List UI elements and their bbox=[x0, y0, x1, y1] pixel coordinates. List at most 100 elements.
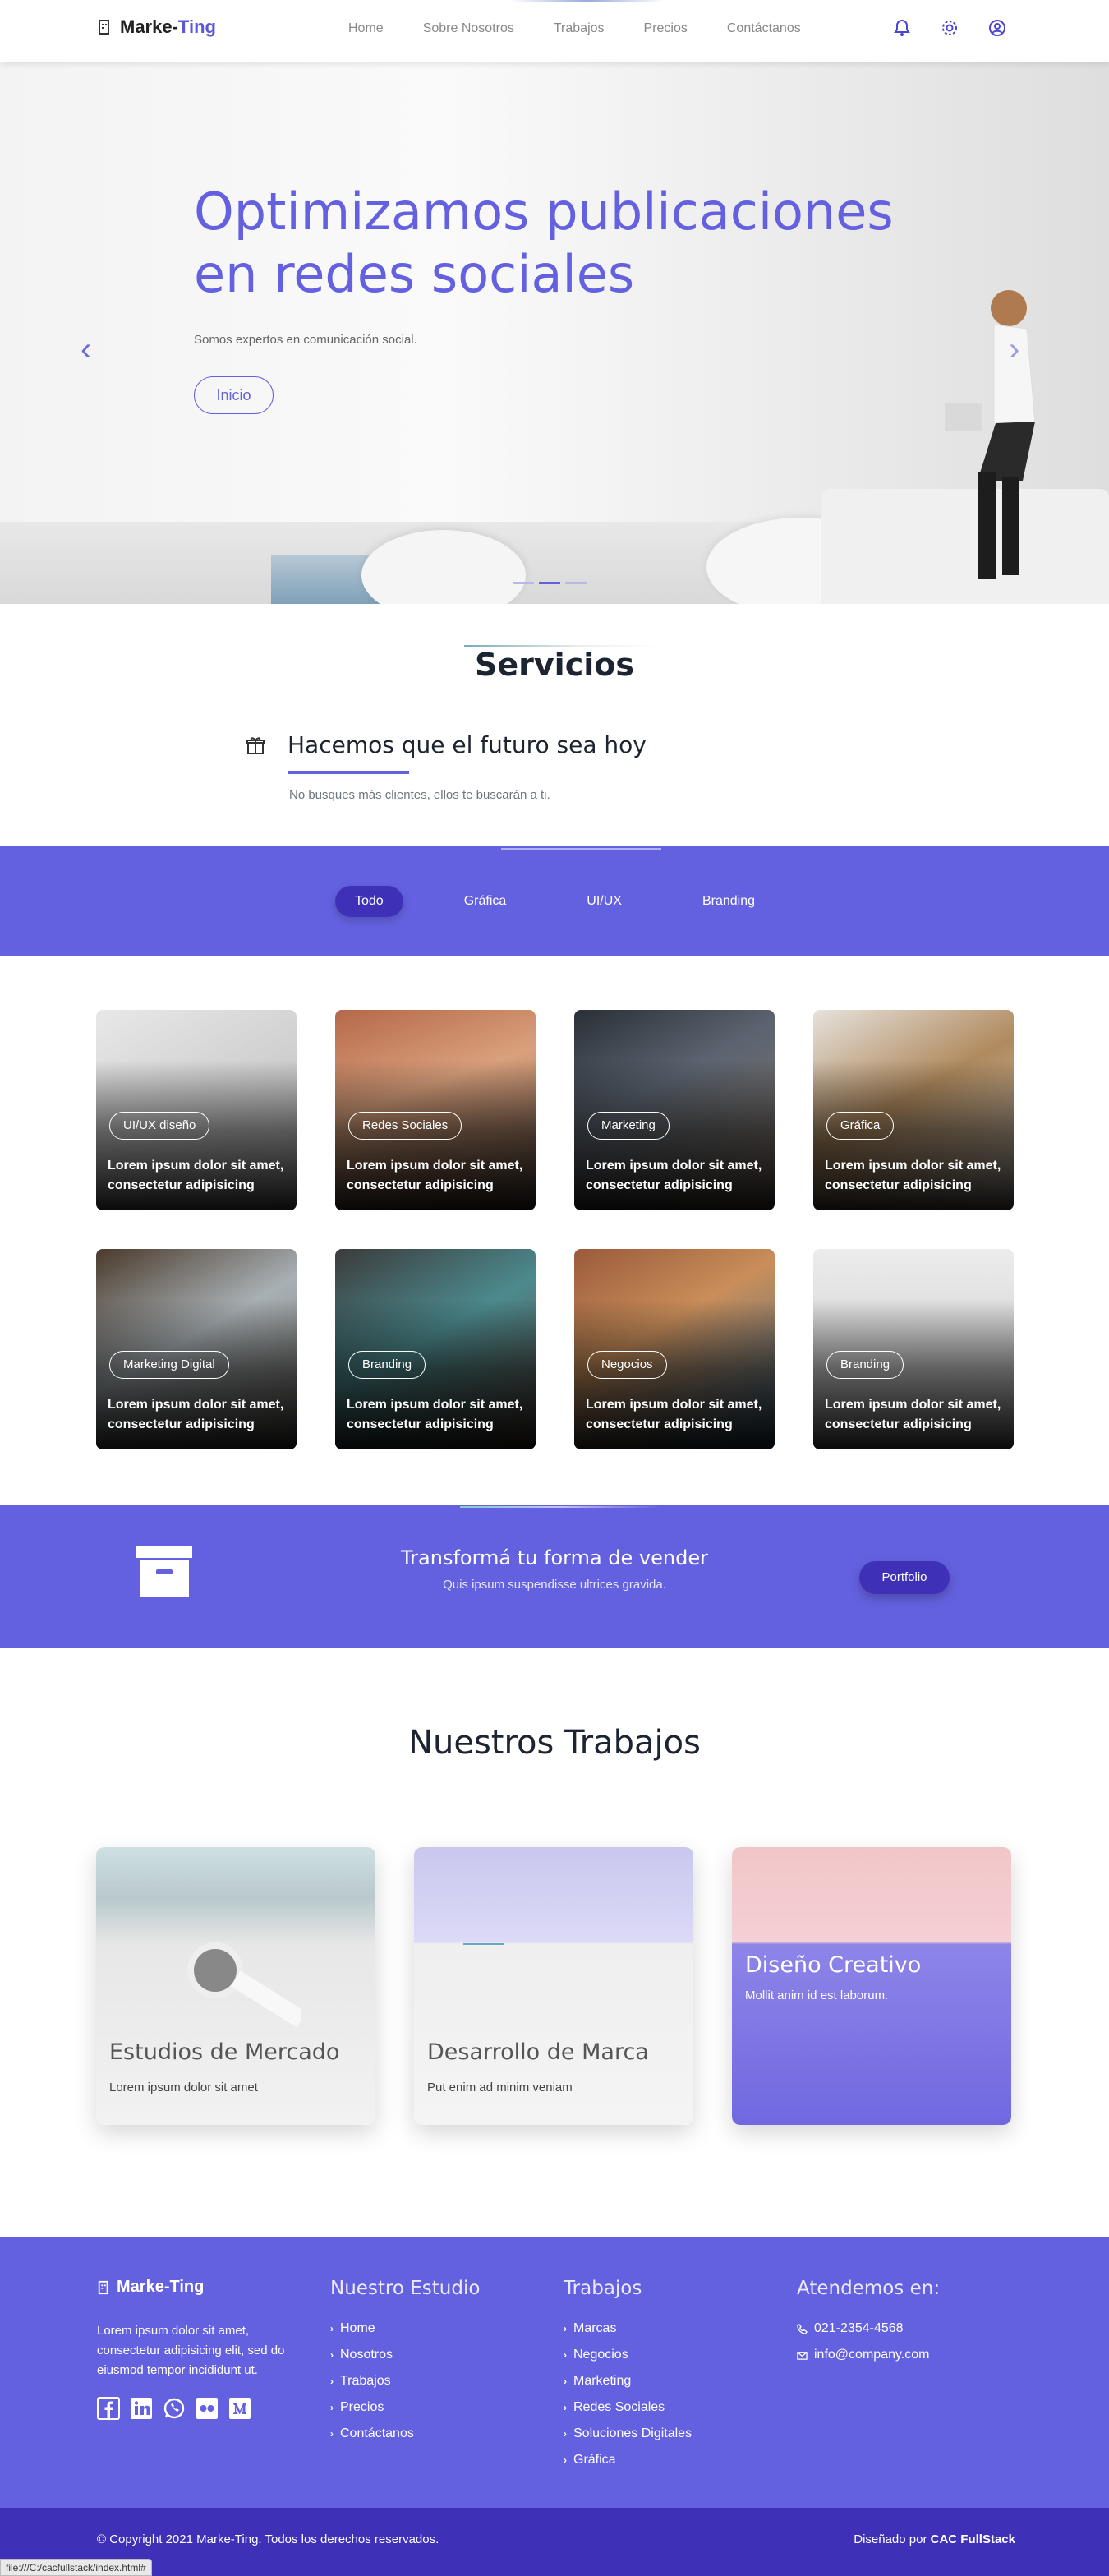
footer-brand-name: Marke-Ting bbox=[117, 2278, 205, 2296]
footer-link-contactanos[interactable]: › Contáctanos bbox=[330, 2421, 480, 2447]
footer-link-label: Redes Sociales bbox=[573, 2400, 665, 2414]
portfolio-card[interactable]: Negocios Lorem ipsum dolor sit amet, con… bbox=[574, 1249, 775, 1449]
footer-link-label: Trabajos bbox=[340, 2374, 391, 2388]
social-links bbox=[97, 2397, 311, 2420]
medium-icon[interactable] bbox=[228, 2397, 251, 2420]
filter-tab-grafica[interactable]: Gráfica bbox=[444, 886, 527, 917]
nav-contactanos[interactable]: Contáctanos bbox=[707, 0, 821, 58]
footer-estudio-links: › Home › Nosotros › Trabajos › Precios › Cont… bbox=[330, 2316, 480, 2447]
nav-home[interactable]: Home bbox=[329, 0, 403, 58]
servicios-heading-underline bbox=[288, 771, 409, 774]
cta-banner: Transformá tu forma de vender Quis ipsum… bbox=[0, 1505, 1109, 1648]
carousel-next-icon[interactable]: › bbox=[1009, 333, 1028, 366]
facebook-icon[interactable] bbox=[97, 2397, 120, 2420]
card-tag[interactable]: Branding bbox=[348, 1351, 426, 1379]
work-card-subtitle: Lorem ipsum dolor sit amet bbox=[109, 2081, 258, 2094]
portfolio-card[interactable]: Marketing Digital Lorem ipsum dolor sit … bbox=[96, 1249, 297, 1449]
chevron-right-icon: › bbox=[330, 2349, 334, 2361]
card-tag[interactable]: Redes Sociales bbox=[348, 1112, 462, 1140]
carousel-indicator-1[interactable] bbox=[513, 582, 534, 584]
portfolio-card[interactable]: Branding Lorem ipsum dolor sit amet, con… bbox=[335, 1249, 536, 1449]
footer-link-nosotros[interactable]: › Nosotros bbox=[330, 2342, 480, 2368]
footer-trabajos-title: Trabajos bbox=[564, 2278, 642, 2299]
card-text: Lorem ipsum dolor sit amet, consectetur … bbox=[586, 1398, 762, 1431]
footer-link-label: Contáctanos bbox=[340, 2426, 414, 2440]
brand-logo[interactable]: Marke- Ting bbox=[97, 16, 216, 38]
card-tag[interactable]: Branding bbox=[826, 1351, 904, 1379]
main-nav: Home Sobre Nosotros Trabajos Precios Con… bbox=[329, 0, 821, 58]
footer-email[interactable]: info@company.com bbox=[797, 2342, 940, 2368]
work-card[interactable]: Diseño Creativo Mollit anim id est labor… bbox=[732, 1847, 1011, 2125]
servicios-title: Servicios bbox=[475, 647, 634, 683]
card-tag[interactable]: Marketing Digital bbox=[109, 1351, 229, 1379]
filter-tab-branding[interactable]: Branding bbox=[683, 886, 775, 917]
page: Marke- Ting Home Sobre Nosotros Trabajos … bbox=[0, 0, 1109, 2576]
portfolio-card[interactable]: Branding Lorem ipsum dolor sit amet, con… bbox=[813, 1249, 1014, 1449]
filter-tab-todo[interactable]: Todo bbox=[335, 886, 403, 917]
portfolio-card[interactable]: UI/UX diseño Lorem ipsum dolor sit amet,… bbox=[96, 1010, 297, 1210]
footer-phone[interactable]: 021-2354-4568 bbox=[797, 2316, 940, 2342]
building-icon bbox=[99, 20, 109, 35]
linkedin-icon[interactable] bbox=[130, 2397, 153, 2420]
user-circle-icon[interactable] bbox=[987, 18, 1007, 38]
card-tag[interactable]: Marketing bbox=[587, 1112, 670, 1140]
footer-brand[interactable]: Marke-Ting bbox=[97, 2278, 311, 2297]
chevron-right-icon: › bbox=[330, 2402, 334, 2413]
card-tag[interactable]: Negocios bbox=[587, 1351, 667, 1379]
flickr-icon[interactable] bbox=[196, 2397, 219, 2420]
nav-precios[interactable]: Precios bbox=[624, 0, 707, 58]
footer-link-label: Negocios bbox=[573, 2348, 628, 2362]
footer-link-label: Gráfica bbox=[573, 2453, 616, 2467]
carousel-indicator-3[interactable] bbox=[565, 582, 587, 584]
footer-contact-title: Atendemos en: bbox=[797, 2278, 941, 2299]
woman-with-laptop-illustration bbox=[945, 290, 1036, 579]
footer-link-precios[interactable]: › Precios bbox=[330, 2394, 480, 2421]
card-text: Lorem ipsum dolor sit amet, consectetur … bbox=[108, 1159, 284, 1192]
card-text: Lorem ipsum dolor sit amet, consectetur … bbox=[825, 1159, 1001, 1192]
nav-trabajos[interactable]: Trabajos bbox=[534, 0, 624, 58]
portfolio-card[interactable]: Marketing Lorem ipsum dolor sit amet, co… bbox=[574, 1010, 775, 1210]
carousel-prev-icon[interactable]: ‹ bbox=[81, 333, 100, 366]
email-icon bbox=[797, 2351, 808, 2360]
footer-about-text: Lorem ipsum dolor sit amet, consectetur … bbox=[97, 2324, 285, 2377]
nav-sobre-nosotros[interactable]: Sobre Nosotros bbox=[403, 0, 534, 58]
footer-bottom-bar: © Copyright 2021 Marke-Ting. Todos los d… bbox=[0, 2508, 1109, 2576]
work-card-divider bbox=[463, 1943, 504, 1945]
hero-subtitle: Somos expertos en comunicación social. bbox=[194, 333, 417, 347]
footer-link-home[interactable]: › Home bbox=[330, 2316, 480, 2342]
carousel-indicator-2[interactable] bbox=[539, 582, 560, 584]
filter-tab-uiux[interactable]: UI/UX bbox=[567, 886, 642, 917]
footer-link-soluciones-digitales[interactable]: › Soluciones Digitales bbox=[564, 2421, 692, 2447]
portfolio-filter-bar: Todo Gráfica UI/UX Branding bbox=[0, 846, 1109, 956]
work-card-title: Desarrollo de Marca bbox=[427, 2039, 649, 2065]
portfolio-button[interactable]: Portfolio bbox=[859, 1561, 950, 1594]
footer-about-column: Marke-Ting Lorem ipsum dolor sit amet, c… bbox=[97, 2278, 311, 2420]
gear-icon[interactable] bbox=[940, 18, 959, 38]
footer-link-marcas[interactable]: › Marcas bbox=[564, 2316, 692, 2342]
footer-trabajos-links: › Marcas › Negocios › Marketing › Redes Soci… bbox=[564, 2316, 692, 2473]
footer-link-negocios[interactable]: › Negocios bbox=[564, 2342, 692, 2368]
footer: Marke-Ting Lorem ipsum dolor sit amet, c… bbox=[0, 2237, 1109, 2508]
filter-tabs: Todo Gráfica UI/UX Branding bbox=[335, 886, 816, 917]
footer-phone-text: 021-2354-4568 bbox=[814, 2321, 904, 2335]
footer-link-grafica[interactable]: › Gráfica bbox=[564, 2447, 692, 2473]
portfolio-card[interactable]: Gráfica Lorem ipsum dolor sit amet, cons… bbox=[813, 1010, 1014, 1210]
work-card-image bbox=[732, 1847, 1011, 2125]
portfolio-card[interactable]: Redes Sociales Lorem ipsum dolor sit ame… bbox=[335, 1010, 536, 1210]
footer-link-trabajos[interactable]: › Trabajos bbox=[330, 2368, 480, 2394]
work-card[interactable]: Desarrollo de Marca Put enim ad minim ve… bbox=[414, 1847, 693, 2125]
work-card[interactable]: Estudios de Mercado Lorem ipsum dolor si… bbox=[96, 1847, 375, 2125]
whatsapp-icon[interactable] bbox=[163, 2397, 186, 2420]
card-tag[interactable]: UI/UX diseño bbox=[109, 1112, 210, 1140]
hero-start-button[interactable]: Inicio bbox=[194, 376, 274, 414]
designed-by-link[interactable]: CAC FullStack bbox=[931, 2532, 1015, 2546]
footer-link-marketing[interactable]: › Marketing bbox=[564, 2368, 692, 2394]
footer-link-redes-sociales[interactable]: › Redes Sociales bbox=[564, 2394, 692, 2421]
card-text: Lorem ipsum dolor sit amet, consectetur … bbox=[347, 1398, 523, 1431]
card-tag[interactable]: Gráfica bbox=[826, 1112, 895, 1140]
chevron-right-icon: › bbox=[330, 2323, 334, 2334]
bell-icon[interactable] bbox=[892, 18, 912, 38]
gift-icon bbox=[246, 737, 265, 754]
card-text: Lorem ipsum dolor sit amet, consectetur … bbox=[347, 1159, 523, 1192]
chevron-right-icon: › bbox=[330, 2428, 334, 2440]
